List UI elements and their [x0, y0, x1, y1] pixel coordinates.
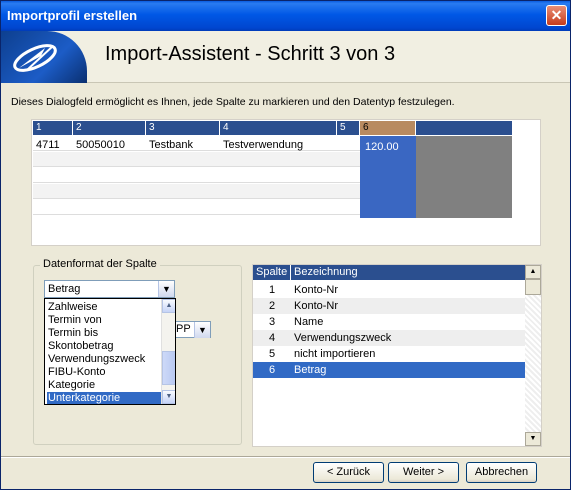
dropdown-option[interactable]: Verwendungszweck: [47, 353, 163, 366]
data-preview-grid[interactable]: 1 2 3 4 5 6 4711 50050010 Testbank Testv…: [31, 119, 541, 246]
secondary-combo-value: PP: [176, 323, 191, 335]
preview-cell: 4711: [36, 139, 60, 151]
mapping-row-selected[interactable]: 6 Betrag: [253, 362, 525, 378]
preview-row[interactable]: 4711 50050010 Testbank Testverwendung: [33, 136, 366, 151]
mapping-scrollbar[interactable]: ▲ ▼: [525, 265, 541, 446]
mapping-bezeichnung: Betrag: [294, 364, 327, 376]
dropdown-option[interactable]: Termin bis: [47, 327, 163, 340]
scroll-up-icon[interactable]: ▲: [162, 299, 175, 313]
preview-col-3[interactable]: 3: [146, 121, 220, 135]
preview-col-6[interactable]: 6: [360, 121, 416, 135]
dropdown-option[interactable]: Skontobetrag: [47, 340, 163, 353]
window-title: Importprofil erstellen: [7, 8, 138, 23]
format-combo[interactable]: Betrag ▼: [44, 280, 175, 298]
dropdown-option-selected[interactable]: Unterkategorie: [47, 392, 163, 404]
preview-col-1[interactable]: 1: [33, 121, 73, 135]
mapping-bezeichnung: Verwendungszweck: [294, 332, 392, 344]
dropdown-option[interactable]: Termin von: [47, 314, 163, 327]
preview-col-5[interactable]: 5: [337, 121, 360, 135]
scroll-down-icon[interactable]: ▼: [525, 432, 541, 446]
dropdown-scrollbar[interactable]: ▲ ▼: [161, 299, 175, 404]
preview-empty-row: [33, 200, 366, 215]
description-text: Dieses Dialogfeld ermöglicht es Ihnen, j…: [11, 96, 455, 108]
mapping-bezeichnung: nicht importieren: [294, 348, 376, 360]
scroll-thumb[interactable]: [162, 351, 175, 385]
mapping-bezeichnung: Konto-Nr: [294, 300, 339, 312]
dropdown-option[interactable]: FIBU-Konto: [47, 366, 163, 379]
preview-cell: Testverwendung: [223, 139, 304, 151]
dropdown-option[interactable]: Zahlweise: [47, 301, 163, 314]
mapping-row[interactable]: 5 nicht importieren: [253, 346, 525, 362]
close-button[interactable]: ✕: [546, 5, 567, 26]
mapping-row[interactable]: 2 Konto-Nr: [253, 298, 525, 314]
preview-empty-row: [33, 152, 366, 167]
preview-empty-row: [33, 168, 366, 183]
mapping-row[interactable]: 1 Konto-Nr: [253, 282, 525, 298]
mapping-spalte: 1: [268, 284, 276, 296]
mapping-spalte: 6: [268, 364, 276, 376]
empty-grid-area: [416, 136, 512, 218]
scroll-up-icon[interactable]: ▲: [525, 265, 541, 279]
wizard-step-title: Import-Assistent - Schritt 3 von 3: [105, 43, 396, 65]
preview-cell: Testbank: [149, 139, 194, 151]
mapping-header-spalte[interactable]: Spalte: [253, 265, 291, 280]
import-dialog-window: Importprofil erstellen ✕ Import-Assisten…: [0, 0, 571, 490]
scroll-down-icon[interactable]: ▼: [162, 390, 175, 404]
mapping-spalte: 4: [268, 332, 276, 344]
satellite-logo-icon: [1, 31, 87, 83]
column-mapping-table[interactable]: Spalte Bezeichnung 1 Konto-Nr 2 Konto-Nr…: [252, 264, 542, 447]
chevron-down-icon[interactable]: ▼: [158, 281, 174, 297]
chevron-down-icon[interactable]: ▼: [194, 322, 210, 338]
button-separator: [1, 456, 570, 458]
dropdown-option[interactable]: Kategorie: [47, 379, 163, 392]
next-button[interactable]: Weiter >: [388, 462, 459, 483]
mapping-spalte: 5: [268, 348, 276, 360]
secondary-combo[interactable]: PP ▼: [173, 321, 211, 338]
title-bar[interactable]: Importprofil erstellen ✕: [1, 1, 570, 31]
mapping-row[interactable]: 4 Verwendungszweck: [253, 330, 525, 346]
preview-col-filler: [416, 121, 512, 135]
back-button[interactable]: < Zurück: [313, 462, 384, 483]
preview-cell-amount: 120.00: [365, 141, 399, 153]
mapping-spalte: 2: [268, 300, 276, 312]
preview-empty-row: [33, 184, 366, 199]
format-combo-value: Betrag: [48, 283, 81, 295]
mapping-row[interactable]: 3 Name: [253, 314, 525, 330]
mapping-bezeichnung: Konto-Nr: [294, 284, 339, 296]
scroll-thumb[interactable]: [525, 279, 541, 295]
mapping-bezeichnung: Name: [294, 316, 324, 328]
cancel-button[interactable]: Abbrechen: [466, 462, 537, 483]
format-group-label: Datenformat der Spalte: [40, 258, 160, 270]
mapping-header-bezeichnung[interactable]: Bezeichnung: [291, 265, 525, 280]
preview-col-4[interactable]: 4: [220, 121, 337, 135]
preview-col-2[interactable]: 2: [73, 121, 146, 135]
mapping-spalte: 3: [268, 316, 276, 328]
preview-cell: 50050010: [76, 139, 125, 151]
wizard-banner: Import-Assistent - Schritt 3 von 3: [1, 31, 570, 83]
format-dropdown-list[interactable]: Zahlweise Termin von Termin bis Skontobe…: [44, 298, 176, 405]
